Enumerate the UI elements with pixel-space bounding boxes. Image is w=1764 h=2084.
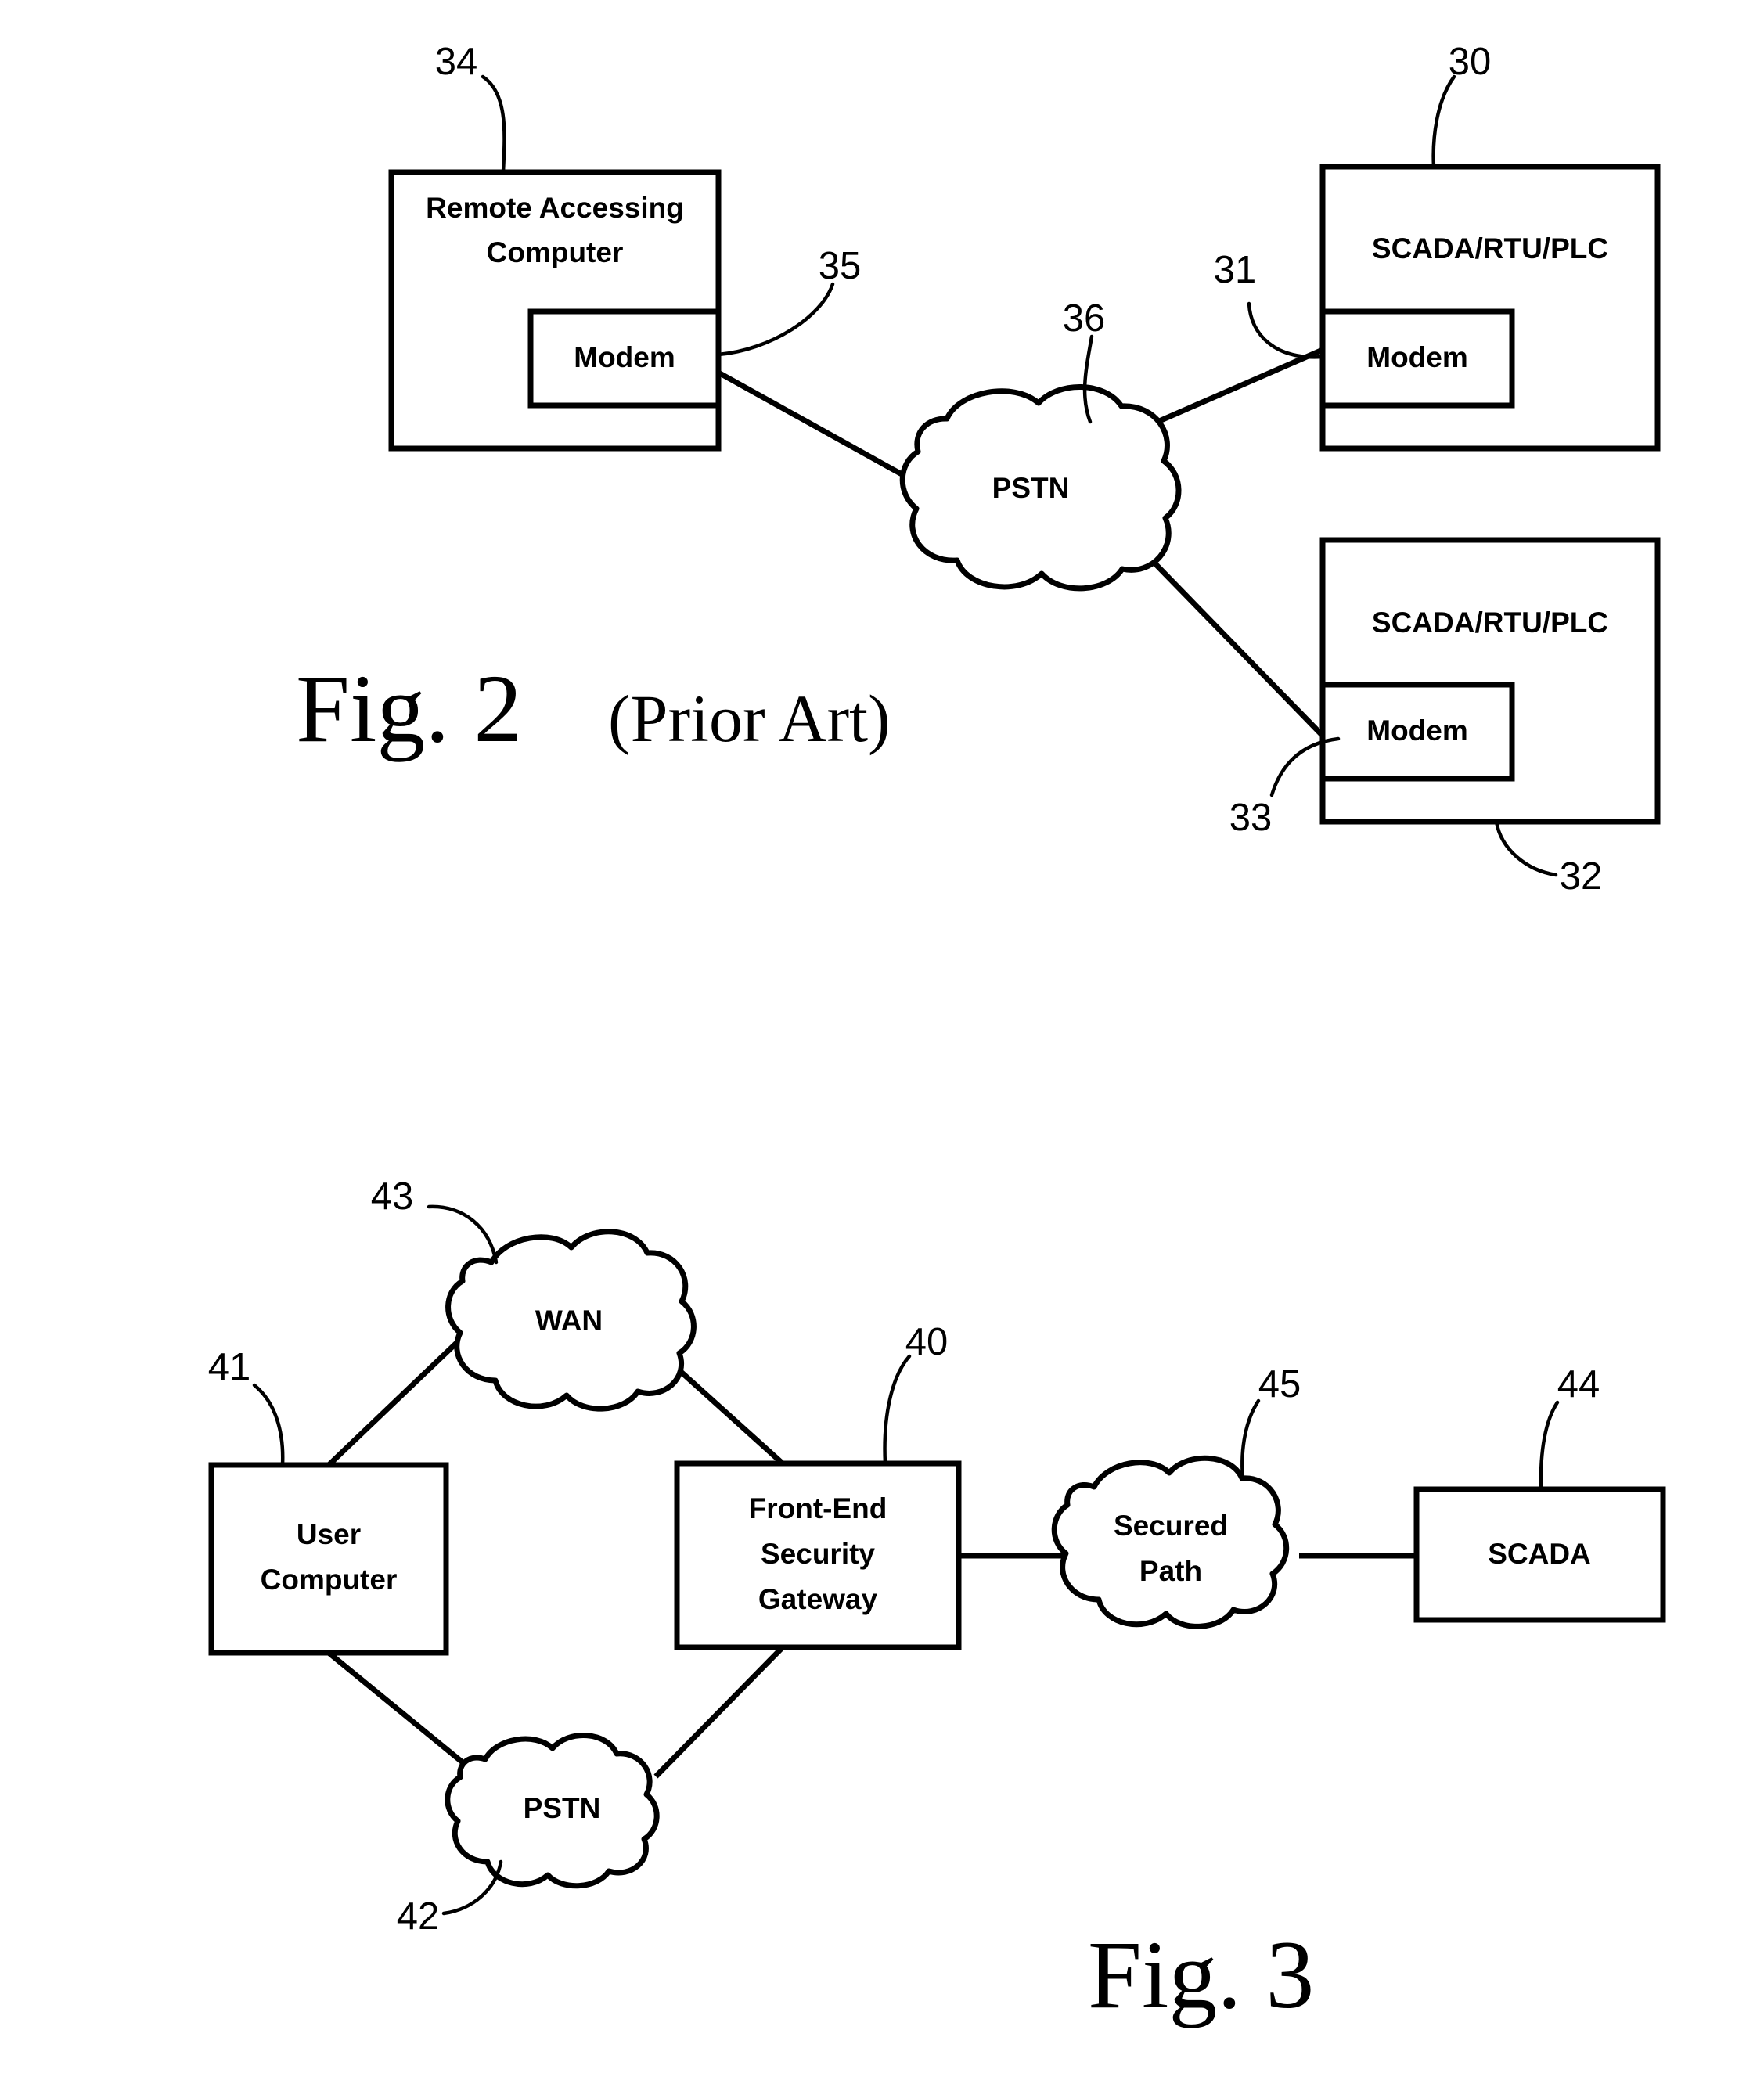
patent-figure-sheet: Remote Accessing Computer Modem PSTN SCA…	[0, 0, 1764, 2084]
leader-line-35	[716, 282, 835, 357]
leader-line-45	[1240, 1398, 1261, 1480]
scada-upper-modem-label: Modem	[1366, 341, 1468, 373]
pstn-cloud-fig3-label: PSTN	[524, 1792, 601, 1824]
remote-accessing-computer-label-line2: Computer	[487, 236, 624, 268]
leader-line-31	[1247, 301, 1325, 359]
figure-3-caption-main: Fig. 3	[1088, 1921, 1314, 2028]
scada-lower-modem-label: Modem	[1366, 714, 1468, 747]
pstn-cloud-label: PSTN	[992, 472, 1070, 504]
leader-line-43	[427, 1204, 499, 1265]
ref-number-36: 36	[1063, 297, 1106, 340]
leader-line-40	[883, 1354, 912, 1466]
user-computer-label-line2: Computer	[261, 1564, 398, 1596]
ref-number-32: 32	[1560, 855, 1603, 898]
ref-number-43: 43	[371, 1175, 414, 1218]
wan-cloud-label: WAN	[535, 1305, 603, 1337]
leader-line-30	[1431, 74, 1456, 169]
figure-3-group: WAN User Computer Front-End Security Gat…	[208, 1175, 1666, 2028]
secured-path-label-line2: Path	[1139, 1555, 1202, 1587]
figure-2-caption-main: Fig. 2	[296, 655, 522, 762]
leader-line-44	[1539, 1400, 1560, 1492]
secured-path-cloud-shape[interactable]	[1051, 1455, 1290, 1629]
gateway-label-line1: Front-End	[749, 1492, 887, 1524]
link-pstn-to-lower-modem	[1143, 552, 1325, 738]
ref-number-45: 45	[1258, 1363, 1301, 1406]
user-computer-box[interactable]	[208, 1462, 449, 1656]
leader-line-32	[1494, 819, 1558, 877]
link-user-computer-to-pstn	[326, 1650, 486, 1782]
remote-accessing-computer-label-line1: Remote Accessing	[426, 192, 684, 224]
ref-number-42: 42	[397, 1895, 440, 1938]
link-remote-modem-to-pstn	[717, 369, 912, 482]
ref-number-41: 41	[208, 1346, 251, 1388]
link-pstn-to-gateway	[653, 1645, 785, 1779]
gateway-label-line2: Security	[761, 1538, 875, 1570]
ref-number-33: 33	[1229, 797, 1273, 839]
figure-canvas: Remote Accessing Computer Modem PSTN SCA…	[208, 41, 1666, 2028]
ref-number-44: 44	[1557, 1363, 1600, 1406]
user-computer-label-line1: User	[297, 1518, 361, 1550]
gateway-label-line3: Gateway	[758, 1583, 878, 1615]
figure-2-group: Remote Accessing Computer Modem PSTN SCA…	[296, 41, 1661, 898]
link-user-computer-to-wan	[326, 1328, 472, 1467]
ref-number-34: 34	[435, 41, 478, 83]
scada-rtu-plc-upper-label: SCADA/RTU/PLC	[1372, 232, 1608, 265]
secured-path-label-line1: Secured	[1114, 1510, 1228, 1542]
ref-number-40: 40	[905, 1321, 949, 1363]
remote-modem-label: Modem	[574, 341, 675, 373]
scada-rtu-plc-lower-label: SCADA/RTU/PLC	[1372, 606, 1608, 639]
leader-line-41	[252, 1383, 285, 1467]
ref-number-30: 30	[1449, 41, 1492, 83]
ref-number-31: 31	[1214, 249, 1257, 291]
scada-label: SCADA	[1488, 1538, 1591, 1570]
ref-number-35: 35	[819, 245, 862, 287]
leader-line-34	[481, 74, 506, 175]
figure-2-caption-subtitle: (Prior Art)	[608, 681, 891, 756]
